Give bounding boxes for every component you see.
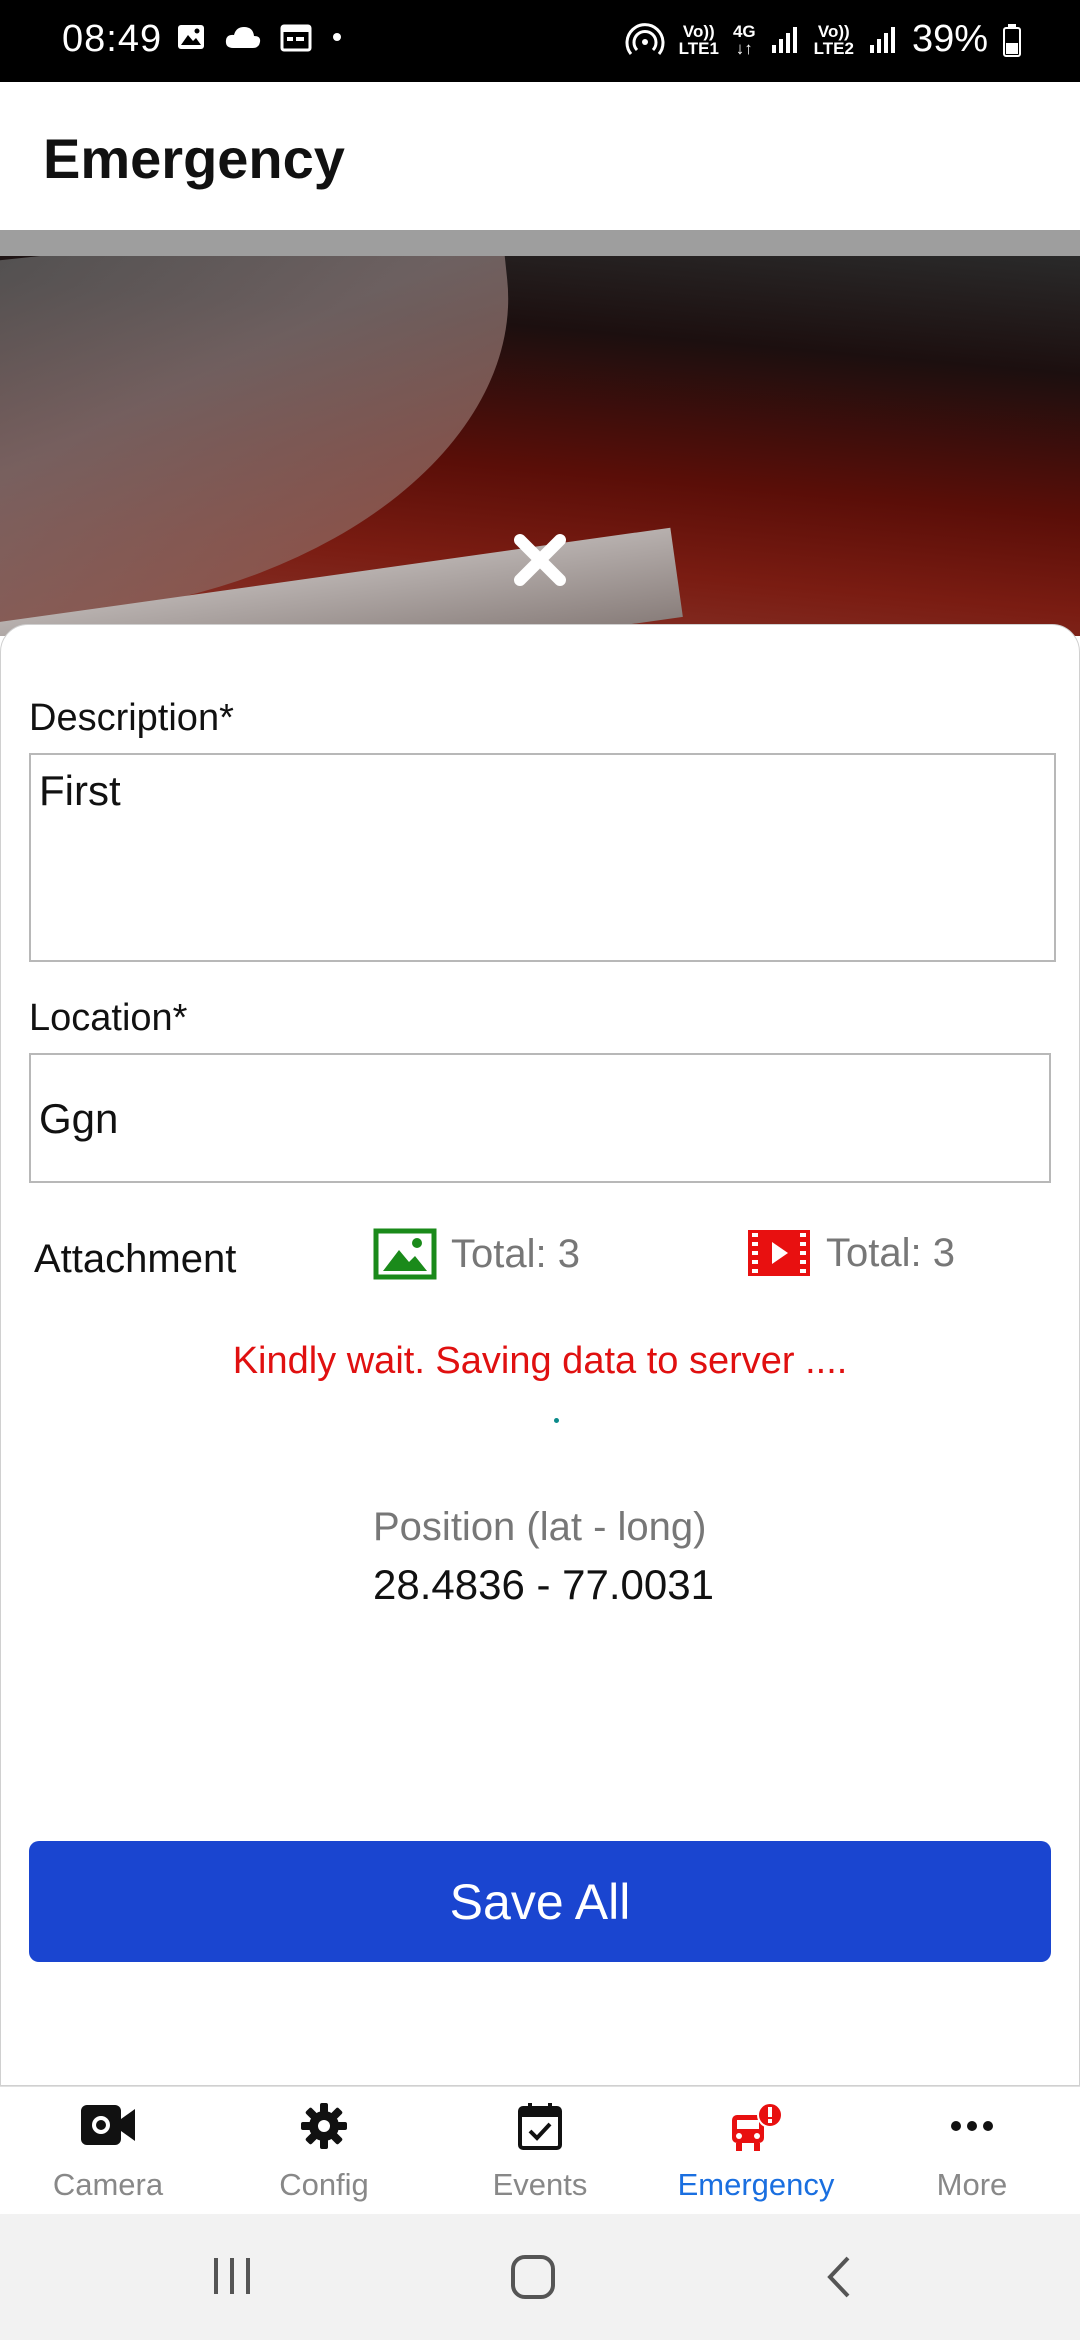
calendar-check-icon [518, 2103, 562, 2150]
gear-icon [301, 2103, 347, 2149]
nav-label-events: Events [492, 2167, 588, 2202]
header-divider [0, 230, 1080, 256]
signal-strength-icon [771, 26, 797, 53]
emergency-vehicle-alert-icon [732, 2102, 783, 2151]
nav-item-config[interactable]: Config [216, 2087, 432, 2215]
gallery-notification-icon [178, 25, 204, 49]
app-bar: Emergency [0, 82, 1080, 230]
home-icon[interactable] [510, 2254, 556, 2300]
position-label: Position (lat - long) [373, 1505, 707, 1549]
nav-item-events[interactable]: Events [432, 2087, 648, 2215]
system-navigation-bar [0, 2214, 1080, 2340]
nav-label-emergency: Emergency [677, 2167, 835, 2202]
location-field[interactable]: Ggn [29, 1053, 1051, 1183]
sim1-volte-label: Vo)) LTE1 [678, 21, 719, 58]
video-attachments[interactable]: Total: 3 [746, 1228, 955, 1278]
more-dots-icon [951, 2121, 993, 2131]
image-total: Total: 3 [451, 1231, 580, 1276]
loading-indicator [554, 1418, 559, 1423]
nav-item-emergency[interactable]: Emergency [648, 2087, 864, 2215]
location-label: Location* [29, 997, 188, 1039]
network-type-label: 4G ↓↑ [732, 21, 756, 58]
close-icon[interactable] [510, 530, 570, 590]
status-bar: 08:49 Vo)) LTE1 4G ↓↑ Vo)) LTE2 39% [0, 0, 1080, 82]
attachment-label: Attachment [34, 1237, 237, 1281]
back-icon[interactable] [820, 2254, 860, 2300]
page-title: Emergency [43, 127, 345, 190]
nav-item-camera[interactable]: Camera [0, 2087, 216, 2215]
recent-apps-icon[interactable] [210, 2254, 254, 2298]
calendar-notification-icon [280, 24, 312, 52]
nav-label-config: Config [279, 2167, 369, 2202]
battery-percentage: 39% [911, 18, 988, 60]
description-field[interactable]: First [29, 753, 1056, 962]
position-value: 28.4836 - 77.0031 [373, 1561, 714, 1608]
signal-strength-2-icon [869, 26, 895, 53]
description-label: Description* [29, 697, 234, 739]
bottom-navigation: Camera Config Events Emergency More [0, 2086, 1080, 2215]
status-time: 08:49 [62, 18, 163, 60]
sim2-volte-label: Vo)) LTE2 [813, 21, 854, 58]
video-camera-icon [81, 2105, 135, 2145]
location-value: Ggn [39, 1095, 119, 1142]
battery-icon [1003, 23, 1021, 57]
hotspot-icon [625, 22, 665, 55]
nav-label-camera: Camera [52, 2167, 164, 2202]
status-system-icons: Vo)) LTE1 4G ↓↑ Vo)) LTE2 39% [625, 18, 1022, 61]
more-notifications-dot-icon [333, 33, 341, 41]
image-icon [373, 1228, 437, 1280]
cloud-notification-icon [225, 27, 261, 48]
save-all-button[interactable]: Save All [29, 1841, 1051, 1962]
video-icon [748, 1230, 810, 1276]
nav-item-more[interactable]: More [864, 2087, 1080, 2215]
nav-label-more: More [936, 2167, 1008, 2202]
image-attachments[interactable]: Total: 3 [373, 1228, 580, 1280]
saving-status-message: Kindly wait. Saving data to server .... [232, 1340, 848, 1382]
description-value: First [39, 767, 121, 814]
status-notification-icons [176, 22, 344, 52]
video-total: Total: 3 [826, 1230, 955, 1275]
